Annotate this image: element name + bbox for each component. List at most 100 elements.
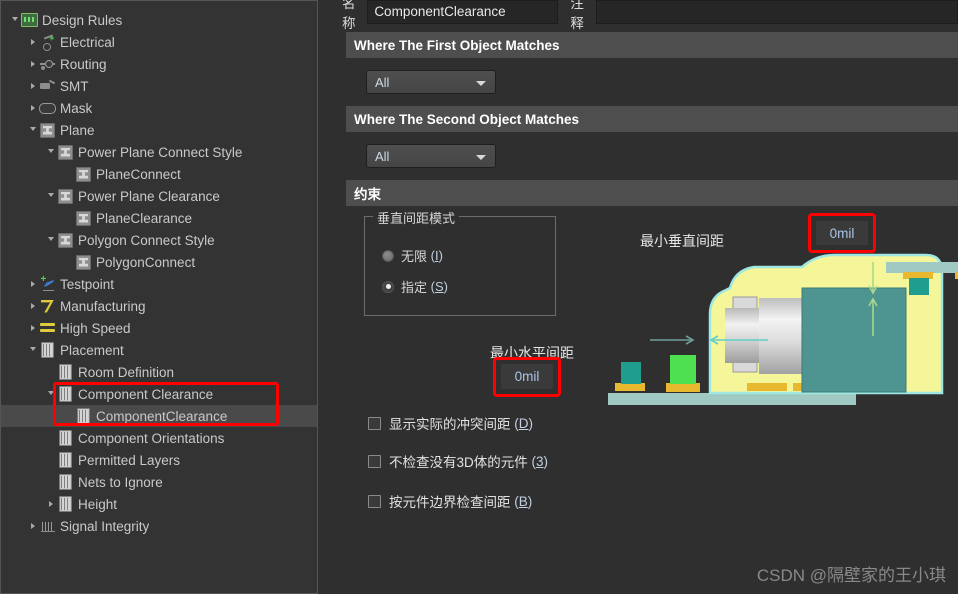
tree-item-electrical[interactable]: ✶ Electrical: [1, 31, 317, 53]
chevron-down-icon[interactable]: [45, 185, 57, 207]
chevron-down-icon[interactable]: [27, 119, 39, 141]
tree-item-mask[interactable]: Mask: [1, 97, 317, 119]
checkbox-skip-no-3d-body-accel: 3: [536, 453, 544, 469]
checkbox-skip-no-3d-body-box[interactable]: [368, 454, 381, 468]
tree-expander-spacer: [45, 361, 57, 383]
design-rules-dialog: Design Rules ✶ Electrical Routing SMT Mask Pla…: [0, 0, 958, 594]
tree-item-component-orientations[interactable]: Component Orientations: [1, 427, 317, 449]
chevron-right-icon[interactable]: [27, 75, 39, 97]
chevron-down-icon[interactable]: [27, 339, 39, 361]
chevron-right-icon[interactable]: [27, 317, 39, 339]
chevron-right-icon[interactable]: [27, 273, 39, 295]
tree-expander-spacer: [45, 471, 57, 493]
tree-item-label: Power Plane Connect Style: [78, 144, 243, 160]
tree-item-power-plane-clearance[interactable]: Power Plane Clearance: [1, 185, 317, 207]
checkbox-check-by-component-bounds-box[interactable]: [368, 494, 381, 508]
chevron-down-icon[interactable]: [45, 383, 57, 405]
signal-integrity-icon: [39, 518, 56, 534]
tree-item-label: Component Orientations: [78, 430, 225, 446]
tree-item-height[interactable]: Height: [1, 493, 317, 515]
chevron-down-icon[interactable]: [45, 229, 57, 251]
chevron-right-icon[interactable]: [27, 97, 39, 119]
testpoint-icon: [39, 274, 56, 292]
tree-item-label: PlaneClearance: [96, 210, 193, 226]
checkbox-check-by-component-bounds[interactable]: 按元件边界检查间距 (B): [368, 491, 532, 511]
chevron-right-icon[interactable]: [27, 31, 39, 53]
chevron-right-icon[interactable]: [27, 515, 39, 537]
tree-item-signal-integrity[interactable]: Signal Integrity: [1, 515, 317, 537]
clearance-illustration: [608, 253, 958, 405]
tree-item-label: Height: [78, 496, 118, 512]
tree-item-label: Nets to Ignore: [78, 474, 163, 490]
tree-item-routing[interactable]: Routing: [1, 53, 317, 75]
high-speed-icon: [39, 320, 56, 336]
min-horizontal-clearance-label: 最小水平间距: [490, 345, 574, 361]
manufacturing-icon: [39, 298, 56, 314]
placement-icon: [57, 474, 74, 490]
tree-expander-spacer: [45, 449, 57, 471]
tree-item-label: Manufacturing: [60, 298, 146, 314]
tree-item-high-speed[interactable]: High Speed: [1, 317, 317, 339]
placement-icon: [57, 386, 74, 402]
chevron-down-icon[interactable]: [45, 141, 57, 163]
tree-expander-spacer: [63, 405, 75, 427]
tree-item-polygon-connect-style[interactable]: Polygon Connect Style: [1, 229, 317, 251]
tree-item-power-plane-connect-style[interactable]: Power Plane Connect Style: [1, 141, 317, 163]
tree-item-label: High Speed: [60, 320, 131, 336]
tree-item-room-definition[interactable]: Room Definition: [1, 361, 317, 383]
chevron-right-icon[interactable]: [45, 493, 57, 515]
checkbox-check-by-component-bounds-label: 按元件边界检查间距: [389, 495, 511, 510]
tree-item-label: Routing: [60, 56, 107, 72]
design-rules-tree[interactable]: Design Rules ✶ Electrical Routing SMT Mask Pla…: [1, 9, 317, 537]
plane-icon: [57, 188, 74, 204]
tree-item-label: SMT: [60, 78, 89, 94]
checkbox-skip-no-3d-body-label: 不检查没有3D体的元件: [389, 455, 528, 470]
placement-icon: [57, 452, 74, 468]
tree-item-placement[interactable]: Placement: [1, 339, 317, 361]
watermark-text: CSDN @隔壁家的王小琪: [756, 566, 946, 585]
folder-rules-icon: [21, 12, 38, 28]
plane-icon: [39, 122, 56, 138]
tree-item-plane[interactable]: Plane: [1, 119, 317, 141]
tree-item-testpoint[interactable]: Testpoint: [1, 273, 317, 295]
placement-icon: [57, 496, 74, 512]
electrical-icon: ✶: [39, 34, 56, 51]
routing-icon: [39, 56, 56, 72]
plane-icon: [75, 254, 92, 270]
tree-item-label: ComponentClearance: [96, 408, 228, 424]
tree-item-planeconnect[interactable]: PlaneConnect: [1, 163, 317, 185]
min-horizontal-clearance-value[interactable]: 0mil: [501, 364, 553, 389]
tree-expander-spacer: [63, 251, 75, 273]
tree-item-label: Power Plane Clearance: [78, 188, 220, 204]
tree-item-permitted-layers[interactable]: Permitted Layers: [1, 449, 317, 471]
tree-item-label: Component Clearance: [78, 386, 214, 402]
design-rules-tree-panel[interactable]: Design Rules ✶ Electrical Routing SMT Mask Pla…: [0, 0, 318, 594]
tree-item-manufacturing[interactable]: Manufacturing: [1, 295, 317, 317]
tree-item-nets-to-ignore[interactable]: Nets to Ignore: [1, 471, 317, 493]
tree-item-label: Design Rules: [42, 12, 123, 28]
mask-icon: [39, 100, 56, 116]
tree-item-label: Permitted Layers: [78, 452, 181, 468]
tree-expander-spacer: [63, 207, 75, 229]
checkbox-skip-no-3d-body[interactable]: 不检查没有3D体的元件 (3): [368, 451, 548, 471]
tree-item-polygonconnect[interactable]: PolygonConnect: [1, 251, 317, 273]
plane-icon: [75, 210, 92, 226]
chevron-right-icon[interactable]: [27, 295, 39, 317]
checkbox-check-by-component-bounds-accel: B: [518, 493, 528, 509]
chevron-right-icon[interactable]: [27, 53, 39, 75]
tree-item-componentclearance[interactable]: ComponentClearance: [1, 405, 317, 427]
rule-editor-panel: 名称 注释 Where The First Object Matches All…: [330, 0, 958, 594]
placement-icon: [57, 430, 74, 446]
tree-expander-spacer: [45, 427, 57, 449]
tree-item-planeclearance[interactable]: PlaneClearance: [1, 207, 317, 229]
tree-item-design-rules[interactable]: Design Rules: [1, 9, 317, 31]
tree-item-component-clearance[interactable]: Component Clearance: [1, 383, 317, 405]
chevron-down-icon[interactable]: [9, 9, 21, 31]
min-vertical-clearance-value[interactable]: 0mil: [816, 221, 868, 245]
placement-icon: [75, 408, 92, 424]
tree-item-label: PlaneConnect: [96, 166, 181, 182]
placement-icon: [57, 364, 74, 380]
smt-icon: [39, 78, 56, 94]
tree-item-label: Polygon Connect Style: [78, 232, 215, 248]
tree-item-smt[interactable]: SMT: [1, 75, 317, 97]
